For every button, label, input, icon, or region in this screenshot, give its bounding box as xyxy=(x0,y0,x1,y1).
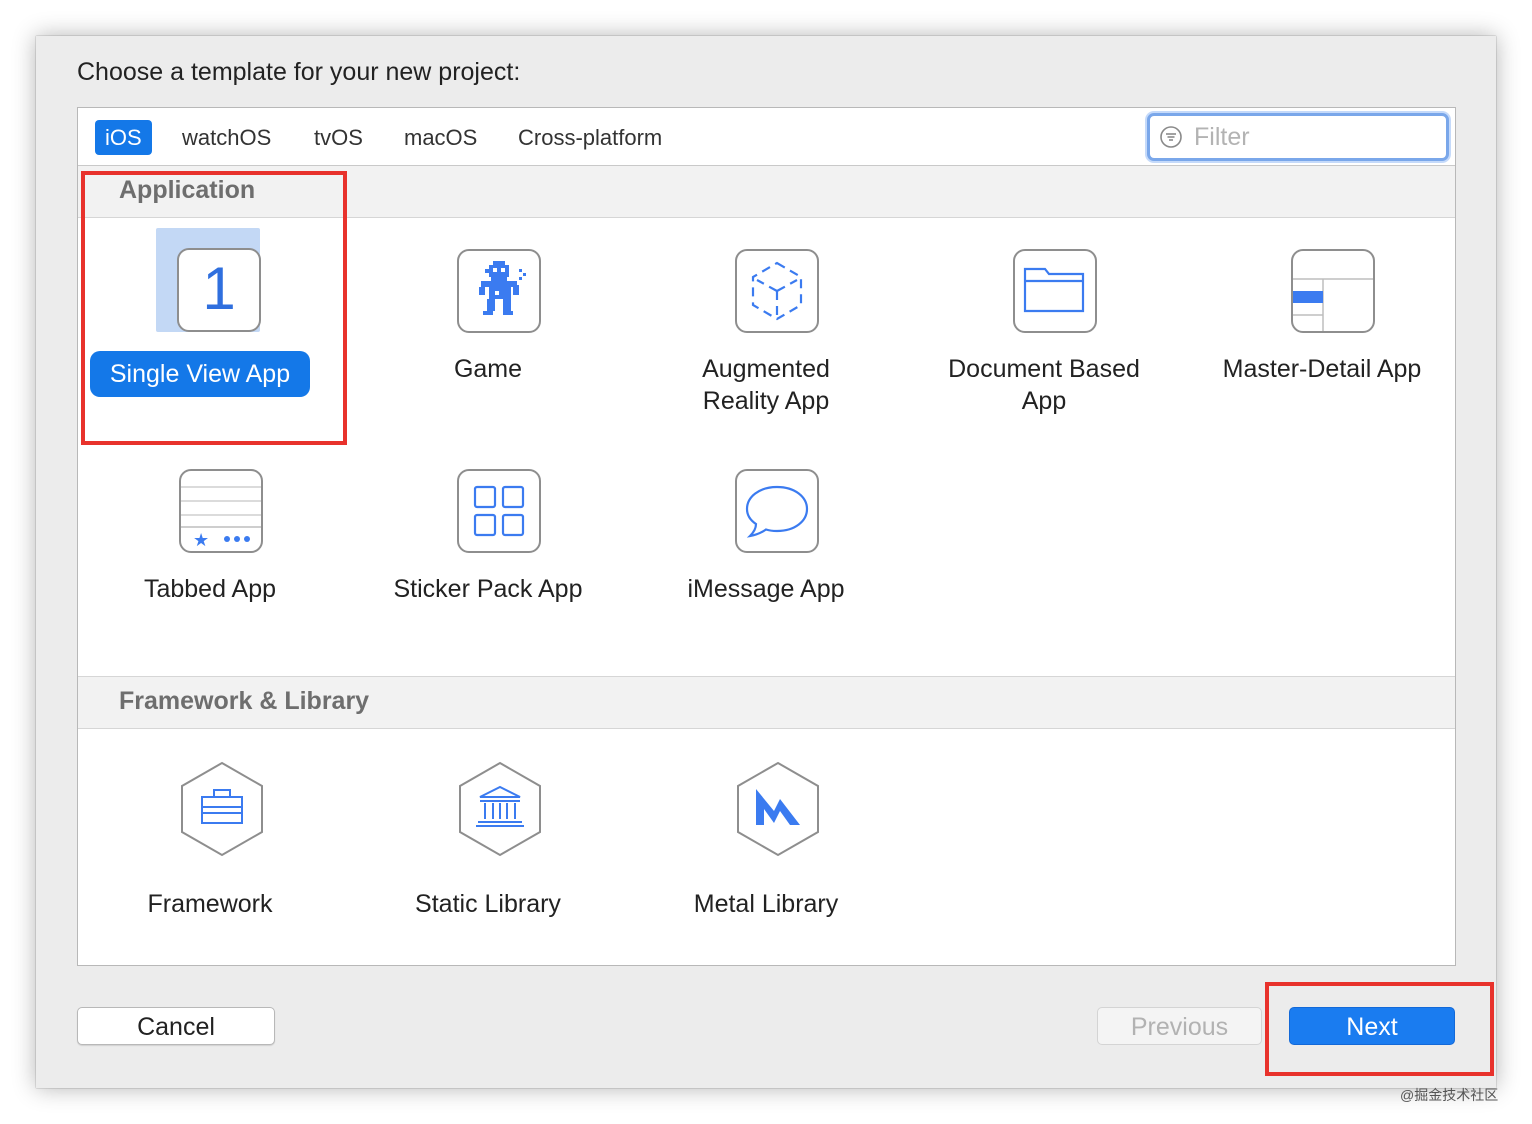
template-metal-library[interactable]: Metal Library xyxy=(646,753,886,953)
filter-field[interactable] xyxy=(1147,113,1449,161)
template-label: Static Library xyxy=(415,890,561,918)
icon-wrap xyxy=(1270,228,1375,333)
tab-cross-platform[interactable]: Cross-platform xyxy=(508,120,672,155)
document-folder-icon xyxy=(1013,249,1097,333)
template-label: iMessage App xyxy=(687,575,845,603)
template-label: Metal Library xyxy=(693,890,839,918)
master-detail-graphic xyxy=(1293,278,1373,331)
icon-wrap xyxy=(158,761,263,867)
template-panel: iOS watchOS tvOS macOS Cross-platform Ap… xyxy=(77,107,1456,966)
icon-wrap xyxy=(714,228,819,333)
icon-wrap xyxy=(436,448,541,553)
single-view-icon: 1 xyxy=(177,248,261,332)
platform-tab-bar: iOS watchOS tvOS macOS Cross-platform xyxy=(78,108,1455,166)
tab-ios[interactable]: iOS xyxy=(95,120,152,155)
message-bubble-graphic xyxy=(745,485,809,538)
template-label: Augmented Reality App xyxy=(702,355,830,415)
single-view-glyph: 1 xyxy=(202,255,236,322)
template-label: Game xyxy=(453,355,523,383)
icon-wrap: ★ xyxy=(158,448,263,553)
dialog-prompt: Choose a template for your new project: xyxy=(77,58,521,86)
library-building-icon xyxy=(459,761,541,857)
template-tabbed-app[interactable]: ★ Tabbed App xyxy=(90,438,330,638)
template-augmented-reality-app[interactable]: Augmented Reality App xyxy=(646,218,886,418)
template-imessage-app[interactable]: iMessage App xyxy=(646,438,886,638)
template-label: Framework xyxy=(147,890,273,918)
section-title-framework: Framework & Library xyxy=(119,687,370,715)
icon-wrap xyxy=(714,448,819,553)
template-framework[interactable]: Framework xyxy=(90,753,330,953)
template-sticker-pack-app[interactable]: Sticker Pack App xyxy=(368,438,608,638)
template-static-library[interactable]: Static Library xyxy=(368,753,608,953)
previous-button[interactable]: Previous xyxy=(1097,1007,1262,1045)
metal-icon xyxy=(737,761,819,857)
template-single-view-app[interactable]: 1 Single View App xyxy=(88,218,328,418)
icon-wrap xyxy=(436,761,541,867)
svg-text:★: ★ xyxy=(193,530,209,551)
template-master-detail-app[interactable]: Master-Detail App xyxy=(1202,218,1442,418)
game-icon-graphic xyxy=(479,261,526,315)
tabbed-app-icon: ★ xyxy=(179,469,263,553)
template-game[interactable]: Game xyxy=(368,218,608,418)
template-label: Master-Detail App xyxy=(1222,355,1422,383)
next-button[interactable]: Next xyxy=(1289,1007,1455,1045)
template-label: Single View App xyxy=(90,351,310,397)
section-title-application: Application xyxy=(119,176,256,204)
tab-macos[interactable]: macOS xyxy=(394,120,487,155)
cancel-button[interactable]: Cancel xyxy=(77,1007,275,1045)
icon-wrap xyxy=(436,228,541,333)
folder-graphic xyxy=(1023,267,1085,313)
watermark: @掘金技术社区 xyxy=(1400,1087,1499,1103)
selection-highlight: 1 xyxy=(156,228,261,332)
master-detail-icon xyxy=(1291,249,1375,333)
sticker-grid-icon xyxy=(457,469,541,553)
sticker-grid-graphic xyxy=(473,485,525,537)
tabbed-graphic: ★ xyxy=(181,486,261,551)
section-header-framework: Framework & Library xyxy=(78,676,1455,729)
filter-icon xyxy=(1160,126,1182,148)
toolbox-icon xyxy=(181,761,263,857)
template-document-based-app[interactable]: Document Based App xyxy=(924,218,1164,418)
ar-cube-graphic xyxy=(751,261,803,321)
game-icon xyxy=(457,249,541,333)
icon-wrap xyxy=(714,761,819,867)
tab-tvos[interactable]: tvOS xyxy=(304,120,373,155)
message-bubble-icon xyxy=(735,469,819,553)
icon-wrap xyxy=(992,228,1097,333)
template-label: Sticker Pack App xyxy=(393,575,583,603)
template-label: Document Based App xyxy=(948,355,1140,415)
filter-input[interactable] xyxy=(1192,120,1436,154)
tab-watchos[interactable]: watchOS xyxy=(172,120,281,155)
section-header-application: Application xyxy=(78,166,1455,218)
augmented-reality-icon xyxy=(735,249,819,333)
template-label: Tabbed App xyxy=(143,575,277,603)
